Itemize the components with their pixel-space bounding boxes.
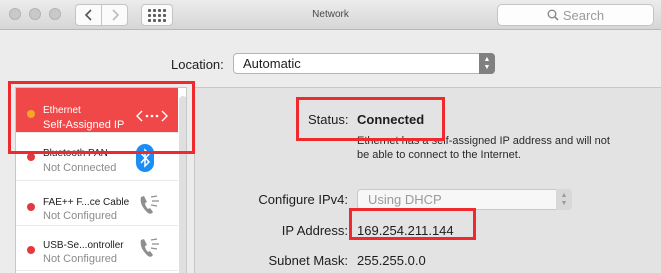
status-dot — [27, 246, 35, 254]
status-dot — [27, 110, 35, 118]
service-name: USB-Se...ontroller — [43, 240, 124, 251]
service-name: Ethernet — [43, 105, 81, 116]
status-dot — [27, 203, 35, 211]
subnet-mask-label: Subnet Mask: — [268, 253, 349, 268]
updown-chevron-icon: ▲ ▼ — [556, 189, 572, 210]
search-icon — [547, 9, 559, 21]
service-status: Not Connected — [43, 162, 117, 174]
list-scrollbar[interactable] — [179, 96, 186, 273]
service-item-ethernet[interactable]: Ethernet Self-Assigned IP — [16, 88, 178, 133]
configure-ipv4-label: Configure IPv4: — [258, 192, 348, 207]
phone-icon — [140, 238, 159, 257]
ethernet-arrows-icon — [136, 110, 168, 122]
location-value: Automatic — [243, 56, 301, 71]
service-list[interactable]: Ethernet Self-Assigned IP Bluetooth PAN … — [15, 87, 187, 273]
configure-ipv4-select[interactable]: Using DHCP ▲ ▼ — [357, 189, 572, 210]
ip-address-value: 169.254.211.144 — [357, 223, 454, 238]
search-field[interactable]: Search — [497, 4, 654, 26]
detail-panel — [194, 87, 661, 273]
subnet-mask-value: 255.255.0.0 — [357, 253, 426, 268]
service-status: Self-Assigned IP — [43, 119, 125, 131]
configure-ipv4-value: Using DHCP — [368, 192, 442, 207]
service-item-fae-cable[interactable]: FAE++ F...ce Cable Not Configured — [16, 181, 178, 226]
status-description: Ethernet has a self-assigned IP address … — [357, 135, 610, 161]
location-label: Location: — [171, 57, 224, 72]
service-status: Not Configured — [43, 210, 117, 222]
service-name: FAE++ F...ce Cable — [43, 197, 130, 208]
bluetooth-icon — [136, 144, 154, 172]
ip-address-label: IP Address: — [281, 223, 348, 238]
phone-icon — [140, 195, 159, 214]
location-select[interactable]: Automatic ▲ ▼ — [233, 53, 495, 74]
search-placeholder: Search — [562, 7, 605, 23]
service-item-usb-serial-controller[interactable]: USB-Se...ontroller Not Configured — [16, 226, 178, 271]
status-dot — [27, 153, 35, 161]
status-value: Connected — [357, 112, 425, 127]
title-bar: Network Search — [0, 0, 661, 30]
updown-chevron-icon: ▲ ▼ — [479, 53, 495, 74]
status-label: Status: — [308, 112, 349, 127]
service-status: Not Configured — [43, 253, 117, 265]
service-item-bluetooth-pan[interactable]: Bluetooth PAN Not Connected — [16, 136, 178, 181]
service-name: Bluetooth PAN — [43, 148, 108, 159]
